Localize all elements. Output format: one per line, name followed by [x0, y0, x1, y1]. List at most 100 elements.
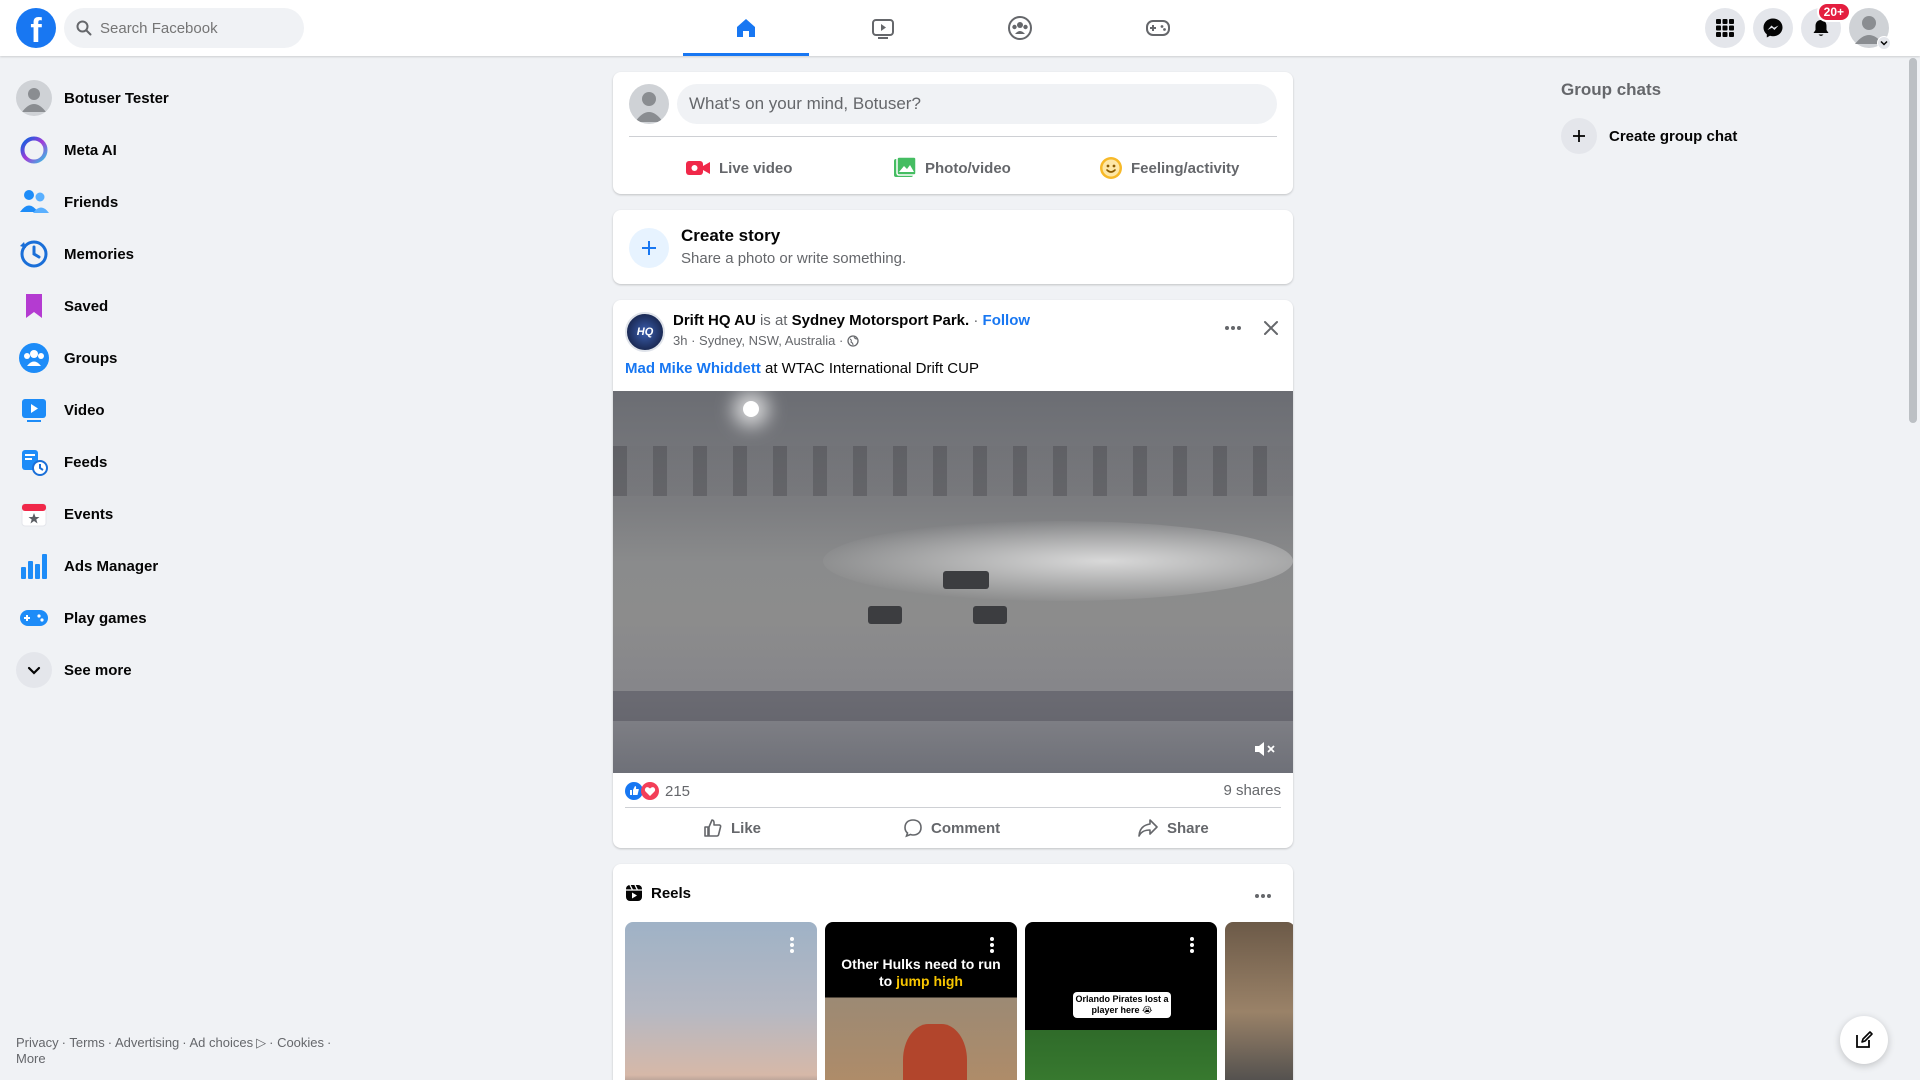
like-button[interactable]: Like	[703, 812, 761, 844]
more-vertical-icon	[1190, 937, 1194, 953]
meta-ai-icon	[16, 132, 52, 168]
page-scrollbar[interactable]	[1906, 56, 1920, 1080]
sidebar-item-label: Feeds	[64, 453, 108, 471]
search-input[interactable]	[100, 8, 296, 48]
reels-header: Reels	[625, 884, 691, 902]
menu-button[interactable]	[1705, 8, 1745, 48]
reactions-summary[interactable]: 215	[625, 782, 690, 800]
follow-link[interactable]: Follow	[983, 312, 1031, 329]
grid-menu-icon	[1716, 19, 1734, 37]
sidebar-item-ads-manager[interactable]: Ads Manager	[8, 540, 348, 592]
live-video-label: Live video	[719, 159, 793, 177]
reel-card[interactable]: Other Hulks need to run to jump high	[825, 922, 1017, 1080]
compose-icon	[1856, 1031, 1873, 1048]
notifications-badge: 20+	[1816, 2, 1851, 22]
post-author[interactable]: Drift HQ AU	[673, 312, 756, 329]
post-composer: What's on your mind, Botuser? Live video…	[613, 72, 1293, 194]
footer-more-link[interactable]: More	[16, 1051, 46, 1066]
notifications-button[interactable]: 20+	[1801, 2, 1851, 48]
share-button[interactable]: Share	[1137, 812, 1209, 844]
more-vertical-icon	[790, 937, 794, 953]
scrollbar-thumb[interactable]	[1909, 58, 1917, 423]
hide-post-button[interactable]	[1261, 318, 1281, 343]
footer-cookies-link[interactable]: Cookies	[277, 1035, 324, 1050]
sidebar-item-feeds[interactable]: Feeds	[8, 436, 348, 488]
comment-label: Comment	[931, 819, 1001, 837]
sidebar-item-profile[interactable]: Botuser Tester	[8, 72, 348, 124]
profile-avatar	[16, 80, 52, 116]
post-text: Mad Mike Whiddett at WTAC International …	[625, 360, 979, 377]
tagged-person-link[interactable]: Mad Mike Whiddett	[625, 360, 761, 377]
footer-advertising-link[interactable]: Advertising	[115, 1035, 179, 1050]
video-car	[868, 606, 902, 624]
sidebar-item-groups[interactable]: Groups	[8, 332, 348, 384]
home-icon	[737, 19, 755, 37]
footer-ad-choices-link[interactable]: Ad choices	[190, 1035, 254, 1050]
live-video-button[interactable]: Live video	[685, 148, 792, 188]
messenger-icon	[1763, 18, 1783, 38]
composer-avatar[interactable]	[629, 84, 669, 124]
feeling-activity-button[interactable]: Feeling/activity	[1099, 148, 1239, 188]
feeds-icon	[16, 444, 52, 480]
sidebar-item-label: Video	[64, 401, 105, 419]
sidebar-item-meta-ai[interactable]: Meta AI	[8, 124, 348, 176]
love-reaction-icon	[641, 782, 659, 800]
sidebar-item-friends[interactable]: Friends	[8, 176, 348, 228]
tab-groups[interactable]	[957, 0, 1083, 56]
post-options-button[interactable]	[1223, 318, 1243, 343]
sidebar-item-memories[interactable]: Memories	[8, 228, 348, 280]
footer-privacy-link[interactable]: Privacy	[16, 1035, 59, 1050]
reels-section: Reels Other Hulks need to run to jump hi…	[613, 864, 1293, 1080]
search-box[interactable]	[64, 8, 304, 48]
sidebar-item-label: Memories	[64, 245, 135, 263]
post-location[interactable]: Sydney, NSW, Australia	[699, 333, 835, 348]
video-track-edge	[613, 691, 1293, 721]
footer-terms-link[interactable]: Terms	[69, 1035, 104, 1050]
globe-icon	[847, 334, 859, 347]
create-story-card[interactable]: Create story Share a photo or write some…	[613, 210, 1293, 284]
post-time[interactable]: 3h	[673, 333, 687, 348]
comment-button[interactable]: Comment	[903, 812, 1000, 844]
sidebar-item-saved[interactable]: Saved	[8, 280, 348, 332]
chevron-down-icon	[1880, 40, 1888, 46]
reels-options-button[interactable]	[1253, 886, 1273, 911]
tab-gaming[interactable]	[1095, 0, 1221, 56]
sidebar-item-see-more[interactable]: See more	[8, 644, 348, 696]
share-icon	[1138, 819, 1158, 837]
reel-card[interactable]	[1225, 922, 1293, 1080]
reel-card[interactable]: Orlando Pirates lost a player here 😭	[1025, 922, 1217, 1080]
new-message-button[interactable]	[1840, 1016, 1888, 1064]
sidebar-item-label: Saved	[64, 297, 109, 315]
comment-icon	[904, 819, 922, 838]
shares-count[interactable]: 9 shares	[1223, 782, 1281, 799]
photo-video-button[interactable]: Photo/video	[893, 148, 1011, 188]
feed-post: HQ Drift HQ AU is at Sydney Motorsport P…	[613, 300, 1293, 848]
more-vertical-icon	[990, 937, 994, 953]
tab-video[interactable]	[820, 0, 946, 56]
sidebar-item-play-games[interactable]: Play games	[8, 592, 348, 644]
sidebar-item-events[interactable]: Events	[8, 488, 348, 540]
video-car	[973, 606, 1007, 624]
account-chevron	[1877, 36, 1891, 50]
groups-icon	[16, 340, 52, 376]
composer-input[interactable]: What's on your mind, Botuser?	[677, 84, 1277, 124]
plus-icon	[629, 228, 669, 268]
separator-dot: ·	[687, 333, 700, 348]
messenger-button[interactable]	[1753, 8, 1793, 48]
sidebar-item-label: Meta AI	[64, 141, 117, 159]
smiley-icon	[1100, 157, 1122, 179]
post-place[interactable]: Sydney Motorsport Park.	[792, 312, 970, 329]
facebook-logo[interactable]: f	[16, 8, 56, 48]
post-video[interactable]	[613, 391, 1293, 773]
mute-button[interactable]	[1253, 739, 1277, 764]
photo-icon	[894, 156, 917, 177]
group-chats-heading: Group chats	[1561, 80, 1662, 99]
create-group-chat-button[interactable]: Create group chat	[1561, 116, 1737, 156]
sidebar-item-video[interactable]: Video	[8, 384, 348, 436]
post-text-rest: at WTAC International Drift CUP	[760, 360, 979, 377]
tab-home[interactable]	[683, 0, 809, 56]
account-button[interactable]	[1849, 8, 1891, 50]
page-avatar[interactable]: HQ	[625, 312, 665, 352]
reel-card[interactable]	[625, 922, 817, 1080]
sidebar-item-label: Friends	[64, 193, 119, 211]
